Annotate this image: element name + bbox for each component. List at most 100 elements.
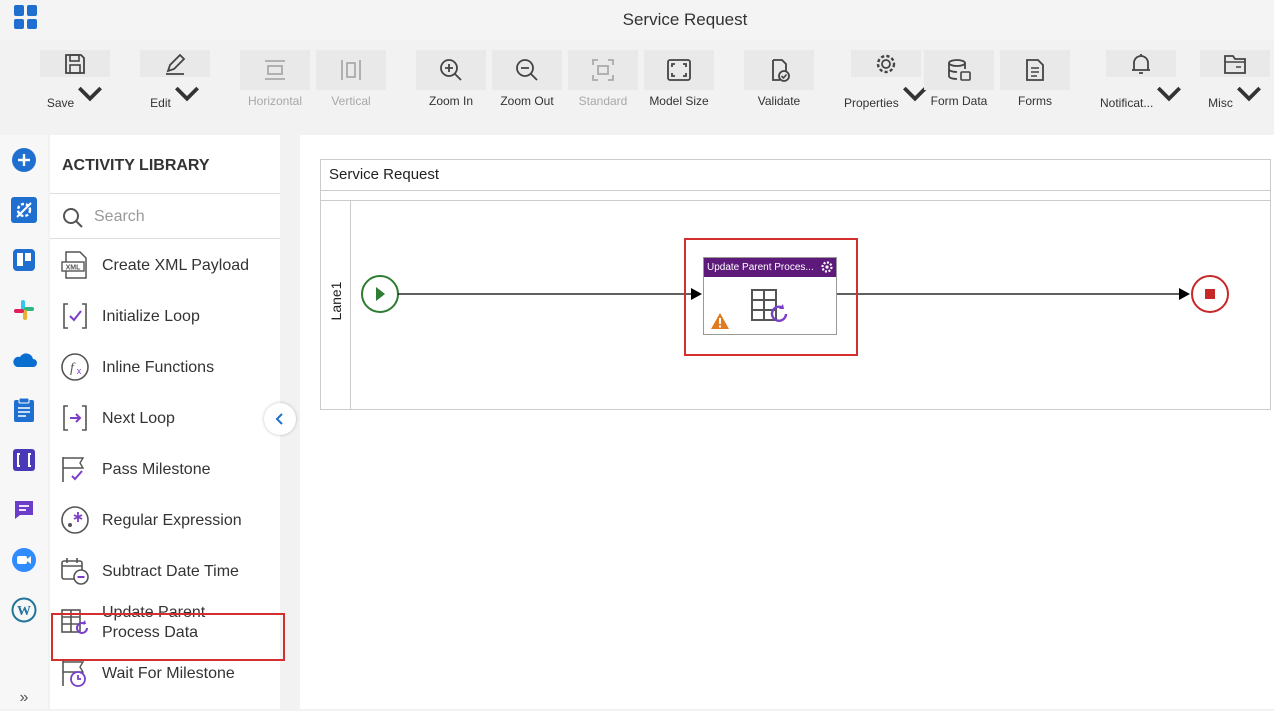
notifications-label: Notificat... (1100, 81, 1182, 110)
chat-icon[interactable] (11, 497, 37, 523)
horizontal-icon (240, 50, 310, 90)
zoom-in-icon (416, 50, 486, 90)
search-icon (63, 208, 83, 228)
library-item-label: Inline Functions (102, 359, 215, 376)
library-item-label: Subtract Date Time (102, 563, 239, 580)
library-item-label: Wait For Milestone (102, 665, 235, 682)
model-size-label-text: Model Size (649, 94, 709, 108)
standard-button[interactable]: Standard (568, 50, 638, 110)
notifications-label-text: Notificat... (1100, 96, 1154, 110)
trello-icon[interactable] (11, 247, 37, 273)
collapse-library-button[interactable] (264, 403, 296, 435)
validate-label-text: Validate (757, 94, 801, 108)
clipboard-icon[interactable] (11, 397, 37, 423)
slack-icon[interactable] (11, 297, 37, 323)
library-search (50, 194, 280, 239)
library-item-label: Regular Expression (102, 512, 242, 529)
chevron-down-icon[interactable] (1156, 81, 1182, 107)
start-event[interactable] (361, 275, 399, 313)
folder-icon (1200, 50, 1270, 77)
search-input[interactable] (94, 204, 264, 230)
xml-icon: XML (60, 250, 90, 280)
wait-milestone-icon (60, 658, 90, 688)
vertical-icon (316, 50, 386, 90)
properties-label: Properties (844, 81, 928, 110)
form-data-button[interactable]: Form Data (924, 50, 994, 110)
process-canvas[interactable]: Service Request Lane1 Update Parent Proc… (300, 135, 1274, 709)
bell-icon (1106, 50, 1177, 77)
chevron-down-icon[interactable] (174, 81, 200, 107)
page-title: Service Request (622, 10, 748, 29)
zoom-in-label: Zoom In (429, 94, 473, 108)
library-item[interactable]: f x Inline Functions (50, 342, 280, 393)
library-item[interactable]: XML Create XML Payload (50, 240, 280, 291)
svg-text:XML: XML (66, 265, 82, 272)
chevron-down-icon[interactable] (1236, 81, 1262, 107)
horizontal-button[interactable]: Horizontal (240, 50, 310, 110)
forms-label: Forms (1018, 94, 1052, 108)
library-item[interactable]: Next Loop (50, 393, 280, 444)
library-item-label: Initialize Loop (102, 308, 200, 325)
library-title: ACTIVITY LIBRARY (62, 157, 210, 174)
library-item[interactable]: Initialize Loop (50, 291, 280, 342)
zoom-app-icon[interactable] (11, 547, 37, 573)
sequence-flow-1[interactable] (398, 288, 702, 300)
app-rail: W » (0, 135, 48, 709)
chevron-left-icon (275, 413, 283, 425)
task-highlight (684, 238, 858, 356)
pencil-icon (140, 50, 210, 77)
expand-rail-icon[interactable]: » (11, 685, 37, 711)
misc-button[interactable]: Misc (1200, 50, 1270, 110)
toolbar: Save Edit Horizontal Vertical Zoom In Zoom Ou… (0, 40, 1274, 115)
next-loop-icon (60, 403, 90, 433)
svg-text:W: W (17, 604, 31, 619)
library-item-highlight (51, 613, 285, 661)
edit-label-text: Edit (150, 96, 171, 110)
save-icon (40, 50, 110, 77)
add-icon[interactable] (11, 147, 37, 173)
validate-button[interactable]: Validate (744, 50, 814, 110)
misc-label-text: Misc (1208, 96, 1233, 110)
sequence-flow-2[interactable] (837, 288, 1190, 300)
form-data-label: Form Data (931, 94, 988, 108)
calendar-minus-icon (60, 556, 90, 586)
edit-button[interactable]: Edit (140, 50, 210, 110)
validate-icon (744, 50, 814, 90)
zoom-in-button[interactable]: Zoom In (416, 50, 486, 110)
library-item[interactable]: Pass Milestone (50, 444, 280, 495)
properties-button[interactable]: Properties (844, 50, 928, 110)
initialize-loop-icon (60, 301, 90, 331)
zoom-out-button[interactable]: Zoom Out (492, 50, 562, 110)
wordpress-icon[interactable]: W (11, 597, 37, 623)
onedrive-icon[interactable] (11, 347, 37, 373)
library-item-label: Next Loop (102, 410, 175, 427)
forms-button[interactable]: Forms (1000, 50, 1070, 110)
standard-icon (568, 50, 638, 90)
integration-icon[interactable] (11, 447, 37, 473)
horizontal-label-text: Horizontal (247, 94, 303, 108)
end-event[interactable] (1191, 275, 1229, 313)
library-item[interactable]: Regular Expression (50, 495, 280, 546)
zoom-out-label: Zoom Out (500, 94, 553, 108)
forms-icon (1000, 50, 1070, 90)
save-label: Save (47, 81, 103, 110)
model-size-button[interactable]: Model Size (644, 50, 714, 110)
save-button[interactable]: Save (40, 50, 110, 110)
model-size-icon (644, 50, 714, 90)
forms-label-text: Forms (1018, 94, 1052, 108)
process-builder-icon[interactable] (11, 197, 37, 223)
milestone-icon (60, 454, 90, 484)
library-item[interactable]: Subtract Date Time (50, 546, 280, 597)
chevron-down-icon[interactable] (77, 81, 103, 107)
function-icon: fx (60, 352, 90, 382)
gear-icon (850, 50, 921, 77)
notifications-button[interactable]: Notificat... (1100, 50, 1182, 110)
form-data-label-text: Form Data (930, 94, 988, 108)
vertical-label: Vertical (331, 94, 370, 108)
library-item-label: Pass Milestone (102, 461, 211, 478)
vertical-button[interactable]: Vertical (316, 50, 386, 110)
zoom-out-icon (492, 50, 562, 90)
library-item-label: Create XML Payload (102, 257, 250, 274)
edit-label: Edit (150, 81, 200, 110)
svg-text:x: x (77, 366, 82, 376)
